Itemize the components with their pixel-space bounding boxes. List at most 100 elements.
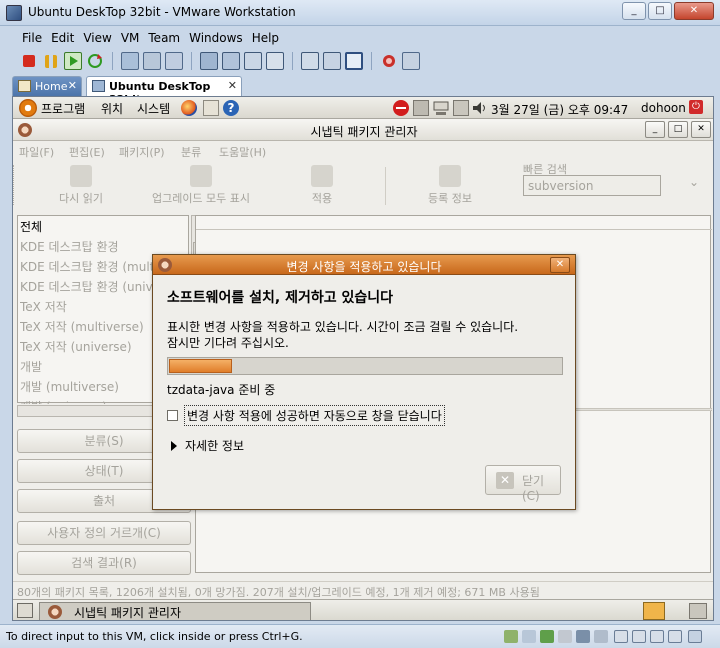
close-button[interactable]: ✕	[674, 2, 714, 20]
checkbox-box[interactable]	[167, 410, 178, 421]
synaptic-toolbar: 다시 읽기 업그레이드 모두 표시 적용 등록 정보 빠른 검색 ⌄	[13, 161, 713, 213]
apply-button[interactable]: 적용	[297, 165, 347, 206]
console-view-icon[interactable]	[301, 52, 319, 70]
suspend-icon[interactable]	[45, 54, 57, 68]
vmware-menubar: File Edit View VM Team Windows Help	[12, 28, 712, 48]
tab-ubuntu-vm[interactable]: Ubuntu DeskTop 32bit ✕	[86, 76, 242, 106]
vmware-tabbar: Home ✕ Ubuntu DeskTop 32bit ✕	[12, 76, 712, 106]
menu-applications[interactable]: 프로그램	[41, 100, 85, 117]
no-entry-icon[interactable]	[393, 100, 409, 116]
minimize-button[interactable]: _	[622, 2, 646, 20]
resize-grip-icon[interactable]	[688, 630, 702, 643]
parallel-port-icon[interactable]	[650, 630, 664, 643]
device-icon[interactable]	[453, 100, 469, 116]
menu-edit[interactable]: Edit	[51, 28, 83, 48]
taskbar-synaptic-label: 시냅틱 패키지 관리자	[74, 606, 181, 620]
mark-all-upgrades-button[interactable]: 업그레이드 모두 표시	[141, 165, 261, 206]
menu-system[interactable]: 시스템	[137, 100, 170, 117]
workspace-switcher-icon[interactable]	[643, 602, 665, 620]
hard-disk-icon[interactable]	[504, 630, 518, 643]
help-icon[interactable]: ?	[223, 100, 239, 116]
filter-search-results-button[interactable]: 검색 결과(R)	[17, 551, 191, 575]
vmware-status-message: To direct input to this VM, click inside…	[6, 630, 303, 643]
menu-team[interactable]: Team	[148, 28, 189, 48]
dialog-close-button[interactable]: ✕ 닫기(C)	[485, 465, 561, 503]
quick-switch-icon[interactable]	[222, 52, 240, 70]
tab-ubuntu-close-icon[interactable]: ✕	[228, 79, 237, 92]
close-x-icon: ✕	[496, 472, 514, 489]
panel-clock[interactable]: 3월 27일 (금) 오후 09:47	[491, 101, 628, 118]
toolbar-separator	[191, 52, 192, 70]
dialog-titlebar: 변경 사항을 적용하고 있습니다 ✕	[153, 255, 575, 275]
cd-rom-icon[interactable]	[522, 630, 536, 643]
unity-icon[interactable]	[266, 52, 284, 70]
show-desktop-icon[interactable]	[17, 603, 33, 618]
firefox-icon[interactable]	[181, 100, 197, 116]
sound-card-icon[interactable]	[576, 630, 590, 643]
replay-icon[interactable]	[402, 52, 420, 70]
message-log-icon[interactable]	[668, 630, 682, 643]
show-sidebar-icon[interactable]	[200, 52, 218, 70]
menu-file[interactable]: File	[22, 28, 51, 48]
apply-changes-dialog: 변경 사항을 적용하고 있습니다 ✕ 소프트웨어를 설치, 제거하고 있습니다 …	[152, 254, 576, 510]
quick-search-input[interactable]	[523, 175, 661, 196]
list-item[interactable]: KDE 데스크탑 환경	[20, 238, 180, 255]
reset-icon[interactable]	[86, 52, 104, 70]
network-icon[interactable]	[433, 100, 449, 116]
appliance-view-icon[interactable]	[345, 52, 363, 70]
auto-close-label[interactable]: 변경 사항 적용에 성공하면 자동으로 창을 닫습니다	[184, 405, 445, 426]
syn-menu-category[interactable]: 분류	[181, 144, 201, 160]
ubuntu-logo-icon[interactable]	[19, 99, 37, 117]
toolbar-separator	[385, 167, 386, 205]
syn-menu-package[interactable]: 패키지(P)	[119, 144, 165, 160]
gnome-top-panel: 프로그램 위치 시스템 ? 3월 27일 (금) 오후 09:47 dohoon…	[13, 97, 713, 119]
tab-home-close-icon[interactable]: ✕	[68, 79, 77, 92]
properties-button[interactable]: 등록 정보	[417, 165, 483, 206]
dialog-close-icon[interactable]: ✕	[550, 257, 570, 273]
auto-close-checkbox[interactable]: 변경 사항 적용에 성공하면 자동으로 창을 닫습니다	[167, 405, 445, 426]
floppy-icon[interactable]	[614, 630, 628, 643]
details-expander[interactable]: 자세한 정보	[171, 437, 244, 454]
serial-port-icon[interactable]	[632, 630, 646, 643]
menu-places[interactable]: 위치	[101, 100, 123, 117]
taskbar-synaptic-button[interactable]: 시냅틱 패키지 관리자	[39, 602, 311, 620]
reload-button[interactable]: 다시 읽기	[51, 165, 111, 206]
printer-device-icon[interactable]	[594, 630, 608, 643]
syn-menu-help[interactable]: 도움말(H)	[219, 144, 266, 160]
synaptic-title: 시냅틱 패키지 관리자	[310, 125, 418, 139]
snapshot-manager-icon[interactable]	[165, 52, 183, 70]
syn-menu-file[interactable]: 파일(F)	[19, 144, 54, 160]
progress-bar	[167, 357, 563, 375]
snapshot-icon[interactable]	[121, 52, 139, 70]
record-icon[interactable]	[380, 52, 398, 70]
summary-view-icon[interactable]	[323, 52, 341, 70]
power-off-icon[interactable]	[23, 55, 35, 67]
synaptic-maximize-button[interactable]: □	[668, 121, 688, 138]
usb-icon[interactable]	[558, 630, 572, 643]
list-item[interactable]: 전체	[20, 218, 180, 235]
menu-view[interactable]: View	[83, 28, 120, 48]
volume-icon[interactable]	[471, 100, 487, 116]
synaptic-close-button[interactable]: ✕	[691, 121, 711, 138]
synaptic-minimize-button[interactable]: _	[645, 121, 665, 138]
toolbar-overflow-chevron-icon[interactable]: ⌄	[689, 175, 699, 189]
panel-username[interactable]: dohoon	[641, 101, 686, 115]
tab-home[interactable]: Home ✕	[12, 76, 82, 96]
printer-icon[interactable]	[413, 100, 429, 116]
menu-help[interactable]: Help	[252, 28, 288, 48]
expander-triangle-icon[interactable]	[171, 440, 177, 451]
shutdown-icon[interactable]: ⏻	[689, 100, 703, 114]
menu-windows[interactable]: Windows	[189, 28, 252, 48]
maximize-button[interactable]: □	[648, 2, 672, 20]
filter-custom-button[interactable]: 사용자 정의 거르개(C)	[17, 521, 191, 545]
network-adapter-icon[interactable]	[540, 630, 554, 643]
revert-snapshot-icon[interactable]	[143, 52, 161, 70]
toolbar-separator	[112, 52, 113, 70]
details-label[interactable]: 자세한 정보	[185, 437, 244, 454]
power-on-icon[interactable]	[64, 52, 82, 70]
syn-menu-edit[interactable]: 편집(E)	[69, 144, 105, 160]
mail-icon[interactable]	[203, 100, 219, 116]
trash-icon[interactable]	[689, 603, 707, 619]
menu-vm[interactable]: VM	[121, 28, 149, 48]
full-screen-icon[interactable]	[244, 52, 262, 70]
